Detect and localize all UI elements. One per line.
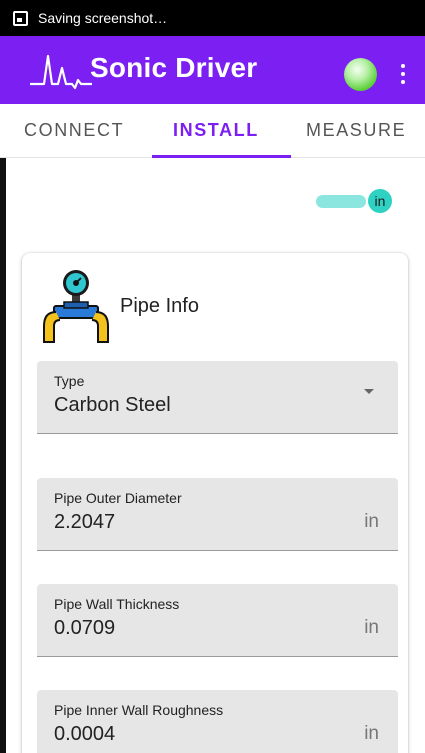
pipe-gauge-icon <box>43 270 109 343</box>
pipe-type-select[interactable]: Type Carbon Steel <box>37 361 398 434</box>
tab-connect[interactable]: CONNECT <box>24 120 124 141</box>
overflow-menu-icon[interactable] <box>396 60 410 88</box>
status-bar: Saving screenshot… <box>0 0 425 36</box>
pipe-wall-thickness-unit: in <box>364 617 379 638</box>
tab-bar: CONNECT INSTALL MEASURE <box>0 104 425 158</box>
pipe-wall-thickness-field[interactable]: Pipe Wall Thickness 0.0709 in <box>37 584 398 657</box>
app-title: Sonic Driver <box>90 52 258 83</box>
connection-status-icon[interactable] <box>344 58 377 91</box>
pipe-type-value[interactable]: Carbon Steel <box>54 394 171 417</box>
tab-install[interactable]: INSTALL <box>173 120 259 141</box>
tab-measure[interactable]: MEASURE <box>306 120 406 141</box>
toggle-track[interactable] <box>316 195 366 208</box>
pipe-inner-roughness-field[interactable]: Pipe Inner Wall Roughness 0.0004 in <box>37 690 398 753</box>
pipe-info-title: Pipe Info <box>120 295 199 317</box>
pipe-inner-roughness-label: Pipe Inner Wall Roughness <box>54 702 224 718</box>
screenshot-icon <box>13 10 28 26</box>
toggle-knob[interactable]: in <box>368 189 392 213</box>
status-bar-text: Saving screenshot… <box>38 10 168 26</box>
pipe-outer-diameter-input[interactable]: 2.2047 <box>54 511 115 534</box>
pipe-wall-thickness-label: Pipe Wall Thickness <box>54 596 180 612</box>
pipe-wall-thickness-input[interactable]: 0.0709 <box>54 617 115 640</box>
pipe-outer-diameter-label: Pipe Outer Diameter <box>54 490 182 506</box>
pipe-outer-diameter-field[interactable]: Pipe Outer Diameter 2.2047 in <box>37 478 398 551</box>
pipe-inner-roughness-input[interactable]: 0.0004 <box>54 723 115 746</box>
app-bar: Sonic Driver <box>0 36 425 104</box>
waveform-logo-icon <box>30 54 92 90</box>
pipe-type-label: Type <box>54 373 85 389</box>
pipe-inner-roughness-unit: in <box>364 723 379 744</box>
dropdown-arrow-icon[interactable] <box>364 389 374 394</box>
pipe-outer-diameter-unit: in <box>364 511 379 532</box>
unit-toggle[interactable]: in <box>316 189 392 213</box>
